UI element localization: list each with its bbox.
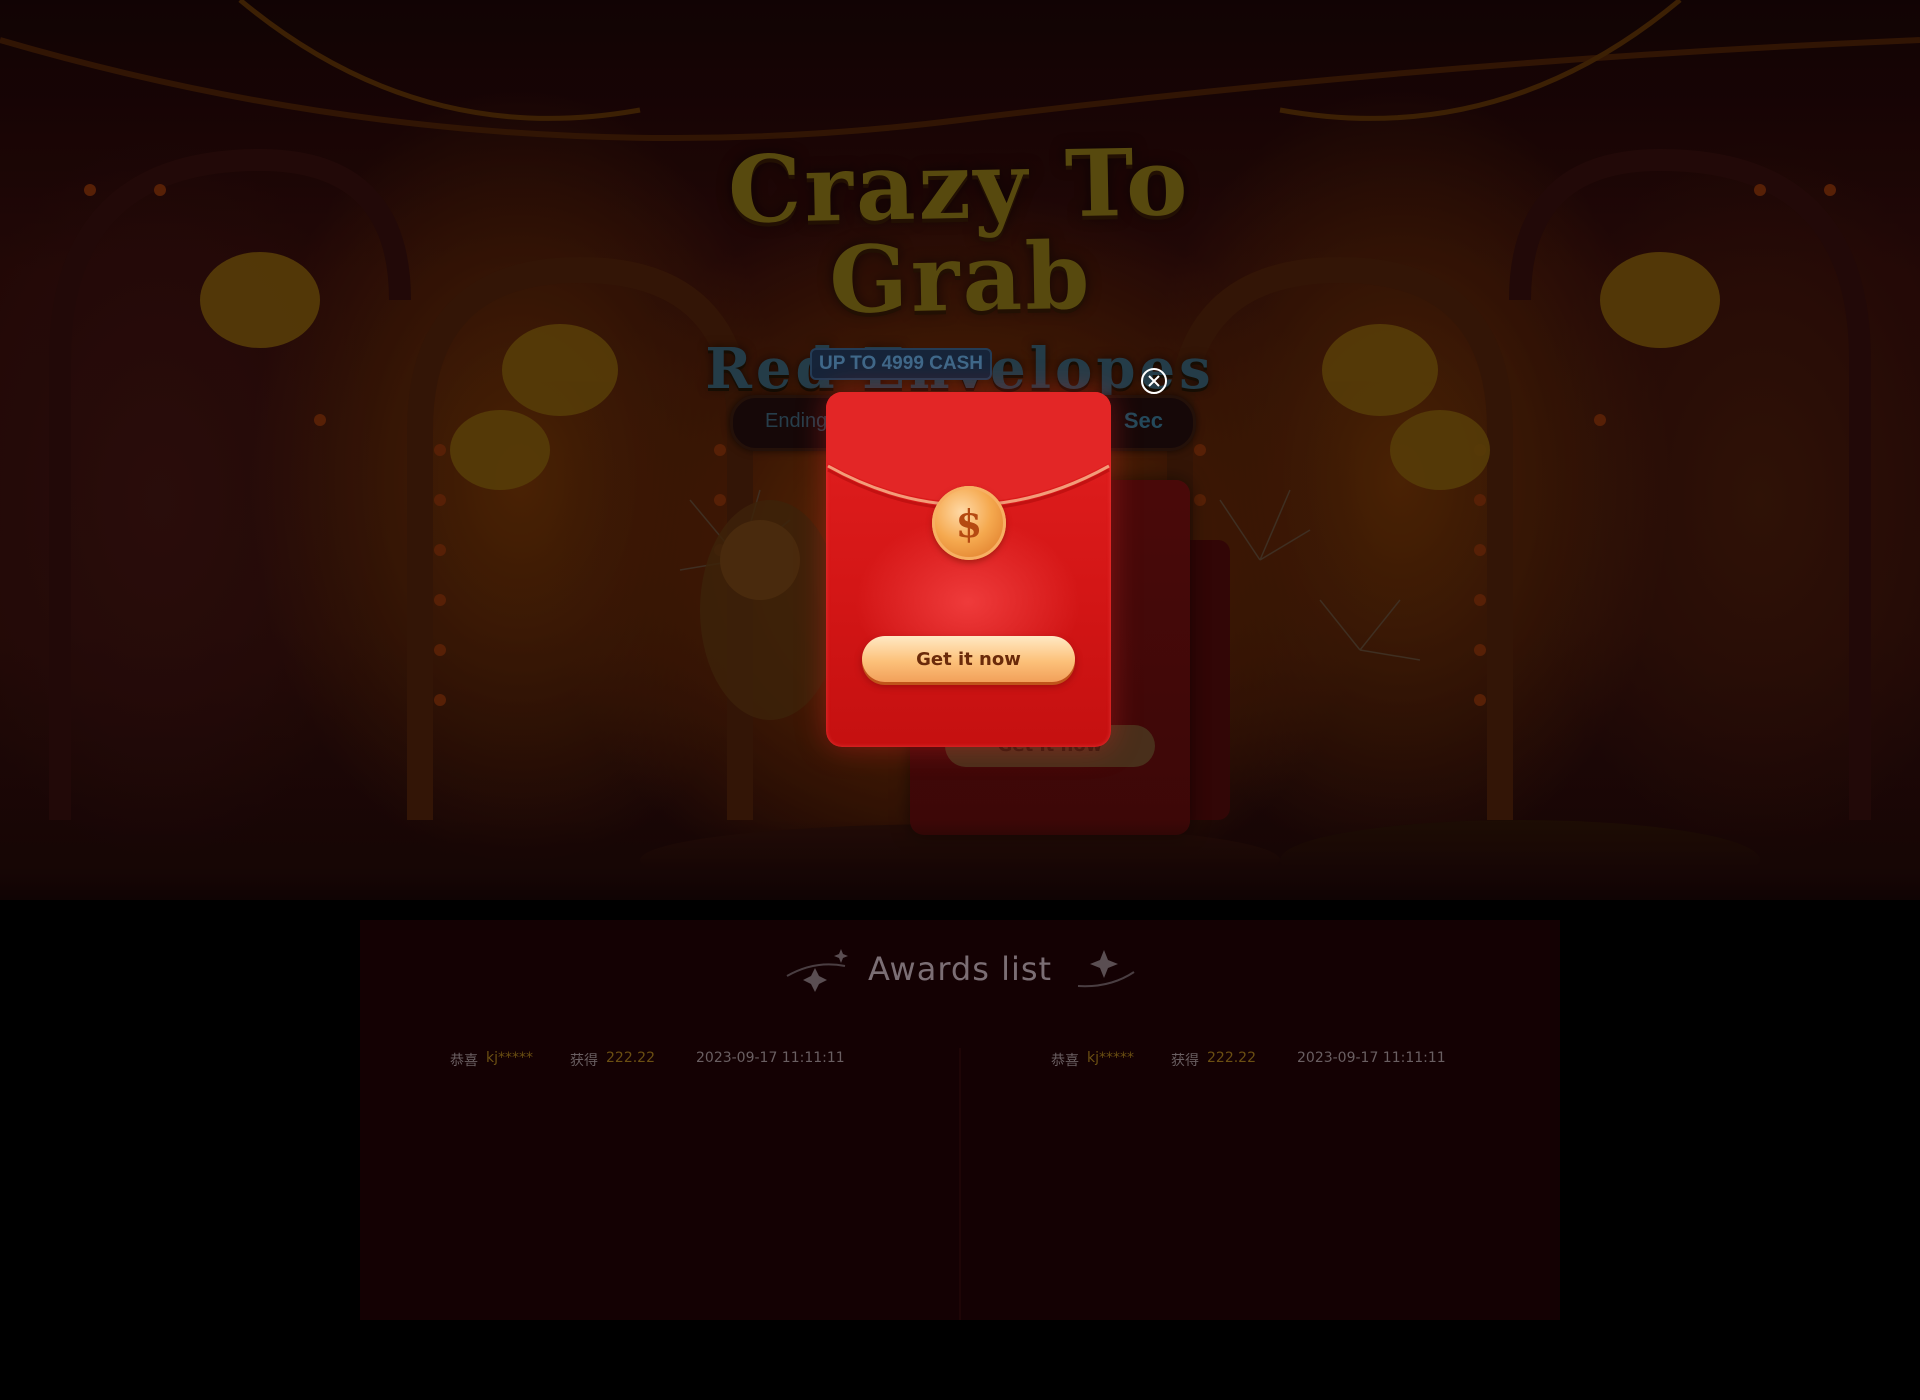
- awards-title-text: Awards list: [867, 950, 1053, 988]
- sparkle-left-icon: [786, 949, 848, 992]
- coin-symbol: $: [955, 500, 983, 546]
- won-label: 获得: [570, 1053, 598, 1069]
- awards-divider: [959, 1048, 961, 1320]
- page-root: Crazy To Grab Red Envelopes UP TO 4999 C…: [0, 0, 1920, 1400]
- award-amount: 222.22: [606, 1050, 655, 1066]
- congrats-label: 恭喜: [450, 1053, 478, 1069]
- award-time: 2023-09-17 11:11:11: [1297, 1050, 1446, 1066]
- award-amount: 222.22: [1207, 1050, 1256, 1066]
- awards-panel: Awards list 恭喜 kj***** 获得 222.22 2023-09…: [360, 920, 1560, 1320]
- won-label: 获得: [1171, 1053, 1199, 1069]
- winner-user: kj*****: [486, 1050, 533, 1066]
- coin-icon: $: [932, 486, 1006, 560]
- close-x-glyph: [1148, 375, 1160, 387]
- award-row: 恭喜 kj***** 获得 222.22 2023-09-17 11:11:11: [450, 1050, 870, 1070]
- red-envelope-modal: $ Get it now: [826, 392, 1111, 747]
- get-it-now-button[interactable]: Get it now: [862, 636, 1075, 682]
- sparkle-right-icon: [1077, 950, 1135, 988]
- congrats-label: 恭喜: [1051, 1053, 1079, 1069]
- awards-title: Awards list: [360, 949, 1560, 992]
- award-row: 恭喜 kj***** 获得 222.22 2023-09-17 11:11:11: [1051, 1050, 1471, 1070]
- winner-user: kj*****: [1087, 1050, 1134, 1066]
- award-time: 2023-09-17 11:11:11: [696, 1050, 845, 1066]
- close-icon[interactable]: [1141, 368, 1167, 394]
